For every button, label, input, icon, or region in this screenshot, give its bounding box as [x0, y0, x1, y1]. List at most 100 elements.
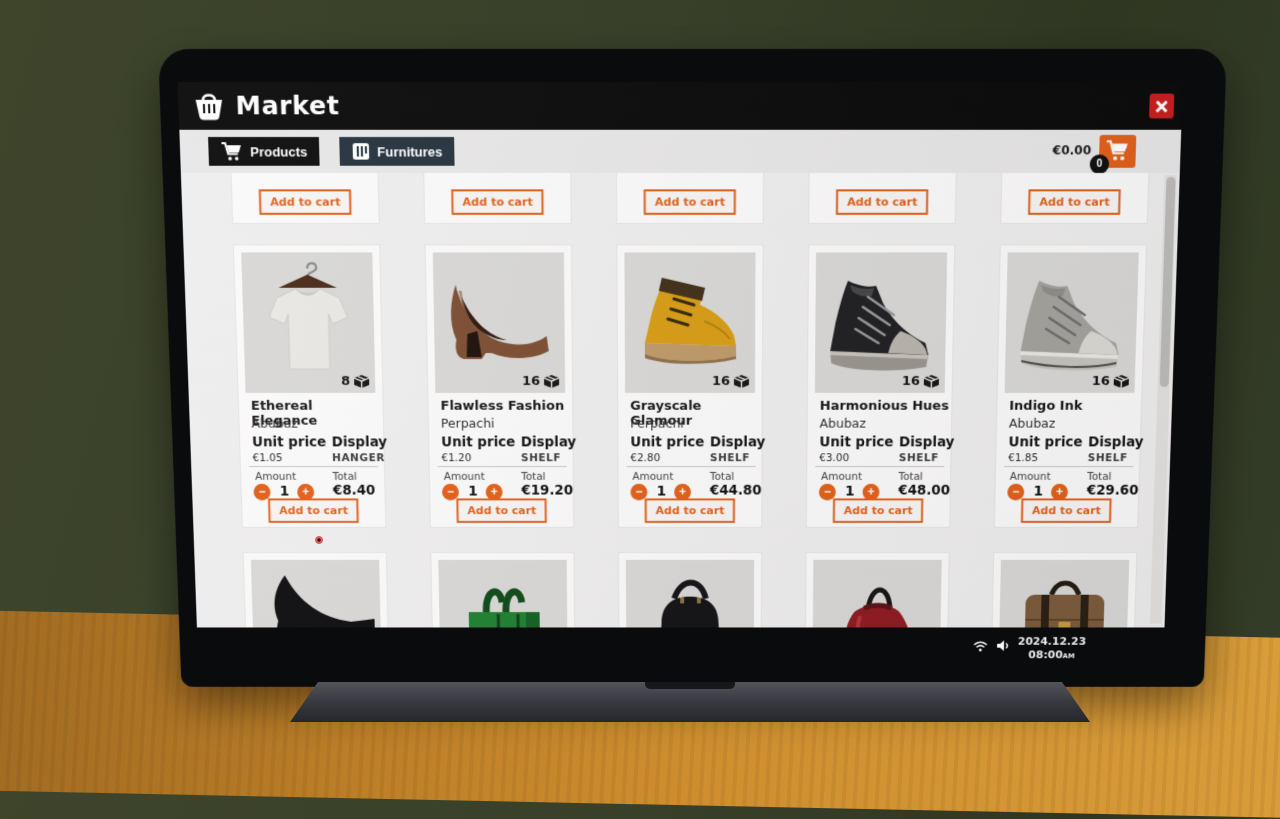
stock-number: 16	[902, 374, 920, 389]
unit-price-header: Unit price	[441, 435, 515, 451]
total-label: Total	[710, 471, 734, 483]
add-to-cart-button[interactable]: Add to cart	[833, 498, 924, 522]
total-label: Total	[521, 471, 545, 483]
product-image-area: 16	[433, 252, 565, 392]
add-to-cart-button[interactable]: Add to cart	[451, 189, 544, 215]
box-icon	[733, 374, 750, 389]
wifi-icon	[972, 640, 988, 652]
product-name: Indigo Ink	[1009, 399, 1139, 414]
add-to-cart-button[interactable]: Add to cart	[259, 189, 352, 215]
cart-count-badge: 0	[1090, 154, 1110, 173]
stock-count: 8	[341, 374, 370, 389]
product-card-partial: Add to cart	[230, 173, 380, 224]
stock-number: 16	[1092, 374, 1111, 389]
product-card-partial	[987, 552, 1137, 627]
time-display: 08:00AM	[1017, 649, 1086, 663]
product-grid: Add to cart Add to cart Add to cart Add …	[181, 173, 1180, 628]
stock-count: 16	[522, 374, 560, 389]
add-to-cart-button[interactable]: Add to cart	[268, 498, 359, 522]
tab-furnitures[interactable]: Furnitures	[339, 137, 455, 166]
display-header: Display	[521, 435, 577, 451]
add-to-cart-button[interactable]: Add to cart	[644, 189, 737, 215]
box-icon	[923, 374, 940, 389]
red-drawstring-bag-image	[813, 573, 942, 627]
white-tshirt-hanger-image	[251, 256, 365, 381]
display-header: Display	[1088, 435, 1144, 451]
display-header: Display	[710, 435, 765, 451]
divider	[815, 466, 944, 467]
cart-icon	[1105, 139, 1130, 162]
product-card-partial: Add to cart	[1000, 173, 1150, 224]
product-image-area	[998, 560, 1129, 628]
cart-icon	[220, 141, 243, 162]
unit-price-value: €1.20	[441, 452, 471, 464]
product-card: 16 Harmonious Hues Abubaz Unit price Dis…	[806, 244, 956, 527]
close-button[interactable]	[1149, 94, 1174, 119]
add-to-cart-button[interactable]: Add to cart	[836, 189, 929, 215]
total-label: Total	[332, 471, 357, 483]
product-brand: Abubaz	[1009, 416, 1056, 431]
stock-count: 16	[1092, 374, 1131, 389]
amount-value: 1	[463, 484, 483, 500]
product-card-partial: Add to cart	[808, 173, 957, 224]
black-stiletto-heel-image	[251, 573, 381, 627]
yellow-boot-image	[630, 269, 751, 373]
add-to-cart-button[interactable]: Add to cart	[1028, 189, 1121, 215]
stock-count: 16	[902, 374, 940, 389]
product-brand: Perpachi	[441, 416, 495, 431]
product-image-area	[626, 560, 754, 628]
add-to-cart-button[interactable]: Add to cart	[645, 498, 736, 522]
unit-price-header: Unit price	[819, 435, 893, 451]
add-to-cart-button[interactable]: Add to cart	[456, 498, 547, 522]
meridiem-label: AM	[1063, 652, 1075, 660]
total-label: Total	[1087, 471, 1112, 483]
add-to-cart-button[interactable]: Add to cart	[1021, 498, 1112, 522]
product-card-partial	[803, 552, 949, 627]
speaker-icon	[996, 639, 1010, 652]
display-header: Display	[332, 435, 388, 451]
date-display: 2024.12.23	[1018, 635, 1087, 648]
product-card: 8 Ethereal Elegance Abubaz Unit price Di…	[233, 244, 386, 527]
stock-number: 16	[712, 374, 730, 389]
system-status-bar: 2024.12.23 08:00AM	[972, 635, 1086, 663]
total-label: Total	[898, 471, 923, 483]
unit-price-header: Unit price	[1008, 435, 1083, 451]
tab-products[interactable]: Products	[208, 137, 320, 166]
box-icon	[353, 374, 370, 389]
green-tote-bag-image	[439, 573, 568, 627]
divider	[249, 466, 378, 467]
scrollbar-track[interactable]	[1150, 175, 1177, 624]
divider	[626, 466, 755, 467]
total-value: €19.20	[521, 483, 573, 499]
box-icon	[1113, 374, 1130, 389]
product-card: 16 Grayscale Glamour Perpachi Unit price…	[616, 244, 763, 527]
mouse-cursor-dot	[315, 536, 323, 544]
amount-label: Amount	[444, 471, 485, 483]
laptop-base	[290, 682, 1090, 722]
product-image-area: 16	[1005, 252, 1139, 392]
unit-price-value: €1.85	[1008, 452, 1038, 464]
cart-button[interactable]: 0	[1099, 135, 1137, 168]
amount-value: 1	[274, 484, 294, 500]
market-window: Market Products Furnitures €0.00	[178, 82, 1183, 627]
scrollbar-thumb[interactable]	[1159, 177, 1175, 387]
gray-hightop-sneaker-image	[1010, 275, 1133, 375]
brown-satchel-bag-image	[999, 573, 1129, 627]
product-image-area	[251, 560, 382, 628]
total-value: €44.80	[710, 483, 762, 499]
basket-icon	[191, 91, 227, 122]
product-card-partial: Add to cart	[423, 173, 572, 224]
page-title: Market	[235, 82, 340, 130]
total-value: €29.60	[1087, 483, 1139, 499]
product-brand: Perpachi	[630, 416, 684, 431]
product-card-partial	[243, 552, 393, 627]
total-value: €8.40	[333, 483, 376, 499]
amount-label: Amount	[1010, 471, 1051, 483]
unit-price-value: €2.80	[630, 452, 660, 464]
product-card: 16 Indigo Ink Abubaz Unit price Display …	[994, 244, 1147, 527]
amount-value: 1	[1028, 484, 1048, 500]
product-image-area: 8	[241, 252, 375, 392]
product-card-partial: Add to cart	[616, 173, 764, 224]
amount-value: 1	[840, 484, 860, 500]
product-name: Harmonious Hues	[820, 399, 950, 414]
